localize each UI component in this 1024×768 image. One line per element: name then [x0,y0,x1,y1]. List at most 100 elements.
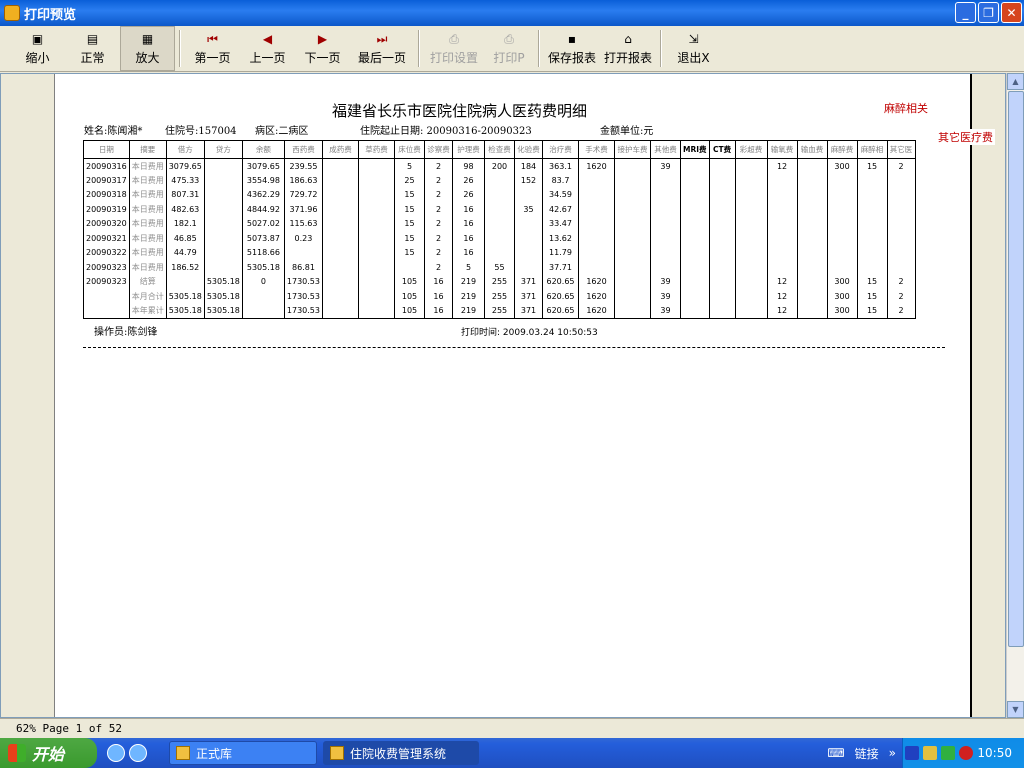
table-cell [578,231,615,246]
browser-icon[interactable] [107,744,125,762]
task-app[interactable]: 住院收费管理系统 [323,741,479,765]
table-cell [766,260,798,275]
last-page-button[interactable]: ⏭ 最后一页 [350,26,414,71]
column-header: 西药费 [283,140,324,159]
links-toolbar[interactable]: ⌨ 链接 » [827,738,896,768]
table-cell [358,202,395,217]
table-cell: 807.31 [165,187,205,202]
table-cell: 33.47 [542,216,579,231]
table-cell: 本月合计 [128,289,167,304]
print-button[interactable]: ⎙ 打印P [484,26,534,71]
table-cell: 1620 [578,289,615,304]
table-cell: 12 [766,289,798,304]
next-page-button[interactable]: ▶ 下一页 [295,26,350,71]
table-cell: 25 [394,173,425,188]
table-cell: 2 [424,187,453,202]
safety-icon[interactable] [941,746,956,760]
table-cell [766,231,798,246]
scroll-up-icon[interactable]: ▲ [1007,73,1024,90]
table-cell [680,173,710,188]
task-folder[interactable]: 正式库 [169,741,317,765]
column-header: MRI费 [680,140,710,159]
stop-icon[interactable] [959,746,974,760]
restore-button[interactable]: ❐ [978,2,999,23]
table-cell: 20090320 [83,216,130,231]
column-header: 其他费 [650,140,681,159]
zoom-in-button[interactable]: ▦ 放大 [120,26,175,71]
column-header: 检查费 [484,140,515,159]
table-cell: 2 [886,303,916,319]
table-cell: 3079.65 [241,158,285,173]
table-cell [886,202,916,217]
table-cell: 本日费用 [128,158,167,173]
table-cell [708,274,736,289]
prev-page-button[interactable]: ◀ 上一页 [240,26,295,71]
close-button[interactable]: ✕ [1001,2,1022,23]
last-page-icon: ⏭ [376,32,388,46]
table-cell: 15 [394,202,425,217]
column-header: 床位费 [394,140,425,159]
vertical-scrollbar[interactable]: ▲ ▼ [1006,73,1024,718]
next-page-icon: ▶ [317,32,328,46]
table-cell: 15 [856,289,888,304]
table-cell [203,173,243,188]
zoom-out-button[interactable]: ▣ 缩小 [10,26,65,71]
print-settings-button[interactable]: ⎙ 打印设置 [424,26,484,71]
table-row: 20090318 本日费用 807.31 4362.29 729.72 15 2 26 34.5… [83,187,916,202]
table-cell [650,216,681,231]
table-cell [766,187,798,202]
table-cell [796,216,828,231]
table-cell: 5 [394,158,425,173]
scroll-thumb[interactable] [1008,91,1024,647]
table-cell [734,260,768,275]
table-cell: 2 [424,245,453,260]
red-label-other-medical: 其它医疗费 [936,129,995,145]
network-icon[interactable] [905,746,920,760]
folder-icon [176,746,190,760]
table-cell: 本日费用 [128,260,167,275]
scroll-down-icon[interactable]: ▼ [1007,701,1024,718]
table-cell [680,274,710,289]
table-cell [734,303,768,319]
table-cell: 371 [514,289,543,304]
table-cell [708,173,736,188]
table-cell [680,202,710,217]
table-cell [856,187,888,202]
first-page-button[interactable]: ⏮ 第一页 [185,26,240,71]
column-header: 其它医 [886,140,916,159]
column-header: 麻醉相 [856,140,888,159]
pen-icon[interactable] [923,746,938,760]
table-cell: 363.1 [542,158,579,173]
column-header: 成药费 [322,140,359,159]
start-button[interactable]: 开始 [0,738,97,768]
table-cell: 255 [484,274,515,289]
table-cell [322,187,359,202]
table-cell [614,187,651,202]
table-header-row: 日期 摘要 借方 贷方 余额 西药费 成药费 草药费 床位费 诊察费 护理费 检查费 化验费 治疗费 手术费… [83,140,916,159]
column-header: 日期 [83,140,130,159]
table-cell: 186.52 [165,260,205,275]
table-cell: 本年累计 [128,303,167,319]
table-cell [734,187,768,202]
minimize-button[interactable]: _ [955,2,976,23]
save-report-button[interactable]: ▪ 保存报表 [544,26,600,71]
media-icon[interactable] [129,744,147,762]
printer-icon: ⎙ [504,32,514,46]
table-cell: 729.72 [283,187,324,202]
table-cell: 12 [766,274,798,289]
table-cell: 300 [826,303,858,319]
table-cell: 620.65 [542,303,579,319]
column-header: 贷方 [203,140,243,159]
table-cell [766,173,798,188]
status-bar: 62% Page 1 of 52 [0,718,1024,738]
table-cell [826,231,858,246]
table-cell [856,231,888,246]
exit-button[interactable]: ⇲ 退出X [666,26,721,71]
table-cell: 2 [886,274,916,289]
table-cell: 4844.92 [241,202,285,217]
open-report-button[interactable]: ⌂ 打开报表 [600,26,656,71]
table-cell [283,245,324,260]
table-cell: 本日费用 [128,187,167,202]
preview-area[interactable]: 福建省长乐市医院住院病人医药费明细 麻醉相关 姓名:陈闻湘* 住院号:15700… [0,73,1006,718]
normal-size-button[interactable]: ▤ 正常 [65,26,120,71]
